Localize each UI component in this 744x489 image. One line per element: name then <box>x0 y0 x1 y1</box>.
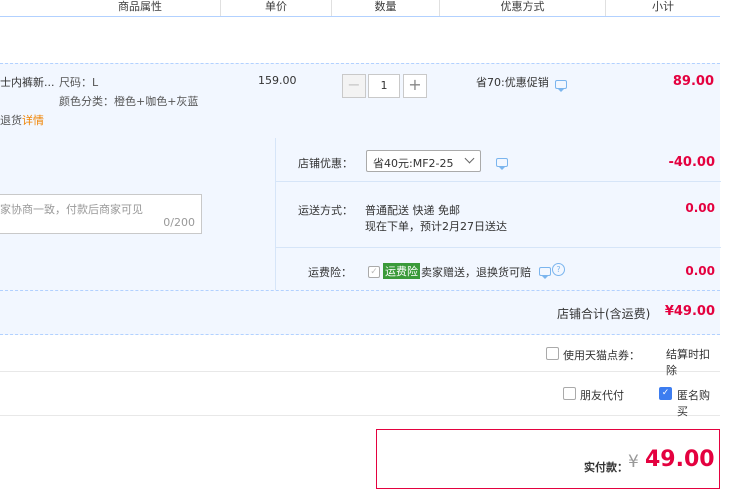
chevron-down-icon <box>464 153 475 164</box>
store-discount-select[interactable]: 省40元:MF2-25 <box>366 150 481 172</box>
message-count: 0/200 <box>163 216 195 229</box>
header-subtotal: 小计 <box>652 0 674 13</box>
store-total-amount: ¥49.00 <box>664 304 715 319</box>
insurance-row: 运费险： ✓ 运费险 卖家赠送，退换货可赔 ? 0.00 <box>276 248 721 290</box>
plus-icon: + <box>408 75 422 94</box>
insurance-checkbox[interactable]: ✓ <box>368 266 380 278</box>
qty-input[interactable]: 1 <box>368 74 400 98</box>
item-detail-link[interactable]: 详情 <box>22 112 44 128</box>
header-attributes: 商品属性 <box>118 0 162 13</box>
friend-pay-checkbox[interactable] <box>563 387 576 400</box>
shipping-eta: 现在下单，预计2月27日送达 <box>365 220 507 233</box>
shipping-label: 运送方式： <box>298 204 353 217</box>
minus-icon: − <box>347 75 361 94</box>
qty-increase-button[interactable]: + <box>403 74 427 98</box>
help-icon[interactable]: ? <box>552 263 565 276</box>
payment-summary-box: 实付款： ¥ 49.00 <box>376 429 720 489</box>
item-subtotal: 89.00 <box>672 74 714 89</box>
header-promotion: 优惠方式 <box>500 0 545 13</box>
store-options-panel: 店铺优惠： 省40元:MF2-25 -40.00 运送方式： 普通配送 快递 免… <box>275 138 721 290</box>
message-icon[interactable] <box>496 158 508 170</box>
store-discount-value: 省40元:MF2-25 <box>373 157 454 170</box>
insurance-amount: 0.00 <box>685 264 715 278</box>
header-price: 单价 <box>265 0 287 13</box>
message-placeholder: 家协商一致，付款后商家可见 <box>0 203 143 216</box>
tmall-points-label: 使用天猫点券： <box>563 349 640 362</box>
anonymous-checkbox[interactable]: ✓ <box>659 387 672 400</box>
store-total-row: 店铺合计(含运费) ¥49.00 <box>0 291 720 335</box>
store-section: 家协商一致，付款后商家可见 0/200 店铺优惠： 省40元:MF2-25 -4… <box>0 138 721 291</box>
insurance-desc: 卖家赠送，退换货可赔 <box>421 266 531 279</box>
item-name[interactable]: 士内裤新... <box>0 74 55 90</box>
item-price: 159.00 <box>258 74 297 87</box>
shipping-amount: 0.00 <box>685 201 715 215</box>
item-row: 士内裤新... 尺码：L 颜色分类：橙色+咖色+灰蓝 退货 详情 159.00 … <box>0 63 720 139</box>
payment-label: 实付款： <box>584 461 628 474</box>
insurance-badge: 运费险 <box>383 263 420 279</box>
item-size: 尺码：L <box>59 76 99 89</box>
item-promo: 省70:优惠促销 <box>476 76 549 89</box>
tmall-points-row: 使用天猫点券： 结算时扣除 <box>0 335 720 377</box>
message-icon[interactable] <box>555 80 567 92</box>
qty-decrease-button[interactable]: − <box>342 74 366 98</box>
store-total-label: 店铺合计(含运费) <box>557 307 651 321</box>
store-discount-row: 店铺优惠： 省40元:MF2-25 -40.00 <box>276 138 721 182</box>
store-discount-label: 店铺优惠： <box>298 157 353 170</box>
item-color: 颜色分类：橙色+咖色+灰蓝 <box>59 95 199 108</box>
payment-options-row: 朋友代付 ✓ 匿名购买 <box>0 372 720 418</box>
shipping-method: 普通配送 快递 免邮 <box>365 204 460 217</box>
seller-message-input[interactable]: 家协商一致，付款后商家可见 0/200 <box>0 194 202 234</box>
insurance-label: 运费险： <box>308 266 352 279</box>
header-quantity: 数量 <box>374 0 397 13</box>
payment-amount: 49.00 <box>645 447 715 472</box>
store-discount-amount: -40.00 <box>668 155 715 170</box>
tmall-points-checkbox[interactable] <box>546 347 559 360</box>
payment-currency: ¥ <box>628 452 639 472</box>
table-header: 商品属性 单价 数量 优惠方式 小计 <box>0 0 720 17</box>
item-return: 退货 <box>0 114 22 127</box>
message-icon[interactable] <box>539 267 551 279</box>
anonymous-label: 匿名购买 <box>677 389 710 418</box>
shipping-row: 运送方式： 普通配送 快递 免邮 现在下单，预计2月27日送达 0.00 <box>276 182 721 248</box>
friend-pay-label: 朋友代付 <box>580 389 624 402</box>
